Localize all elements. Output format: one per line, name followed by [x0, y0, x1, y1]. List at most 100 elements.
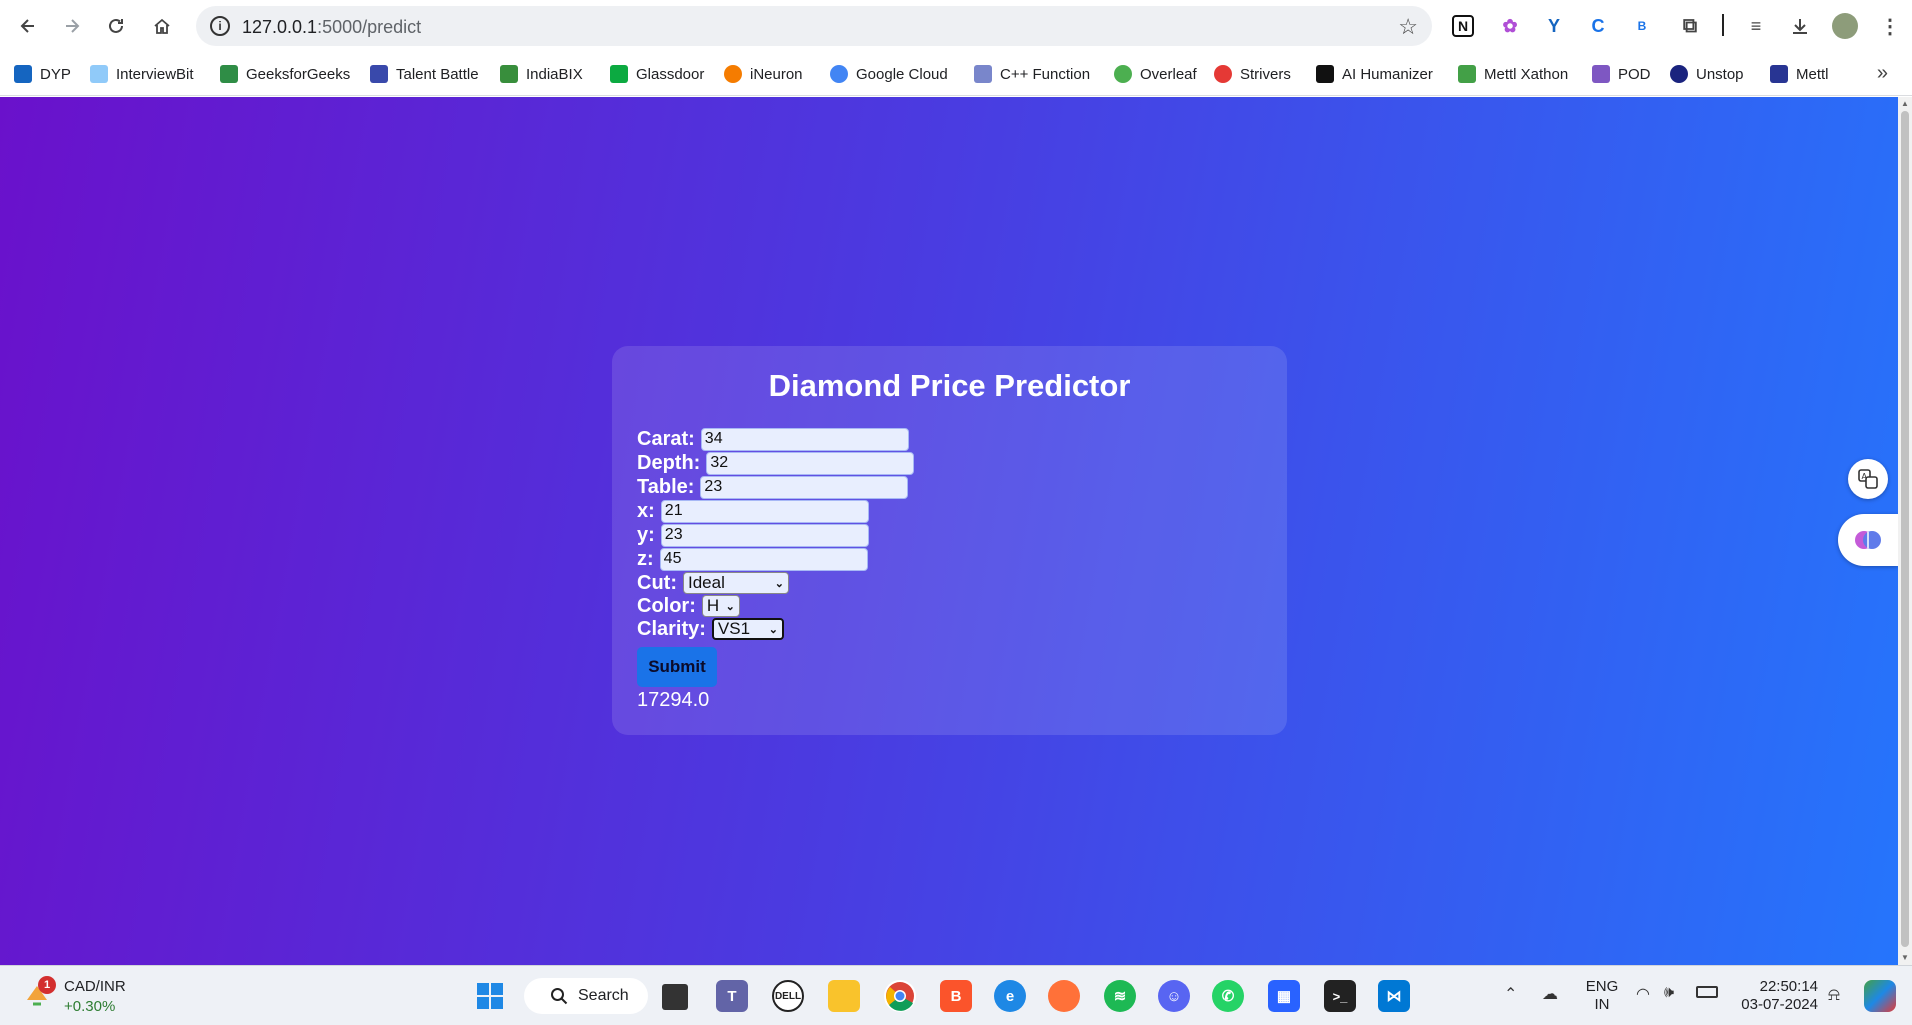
scroll-up-icon[interactable]: ▲: [1901, 99, 1909, 108]
home-icon[interactable]: [148, 12, 176, 40]
toolbar-divider: [1722, 14, 1724, 36]
bookmark-ineuron[interactable]: iNeuron: [724, 62, 803, 86]
y-label: y:: [637, 523, 655, 546]
submit-button[interactable]: Submit: [637, 647, 717, 687]
b-extension-icon[interactable]: B: [1628, 12, 1656, 40]
x-input[interactable]: [660, 499, 869, 523]
cut-select[interactable]: Ideal ⌄: [682, 572, 789, 594]
color-select-value: H: [706, 596, 720, 615]
bookmark-star-icon[interactable]: ☆: [1398, 14, 1418, 40]
bookmark-mettl-xathon[interactable]: Mettl Xathon: [1458, 62, 1568, 86]
reload-icon[interactable]: [102, 12, 130, 40]
cpp-function-icon: [974, 65, 992, 83]
vscode-icon[interactable]: ⋈: [1378, 980, 1410, 1012]
bookmark-cpp-function[interactable]: C++ Function: [974, 62, 1090, 86]
battery-icon[interactable]: [1696, 986, 1718, 998]
discord-icon[interactable]: ☺: [1158, 980, 1190, 1012]
edge-icon[interactable]: e: [994, 980, 1026, 1012]
c-extension-icon[interactable]: C: [1584, 12, 1612, 40]
bookmark-interviewbit[interactable]: InterviewBit: [90, 62, 194, 86]
taskbar-search[interactable]: Search: [524, 978, 648, 1014]
overleaf-icon: [1114, 65, 1132, 83]
strivers-icon: [1214, 65, 1232, 83]
page-scrollbar[interactable]: ▲ ▼: [1898, 97, 1912, 965]
task-view-icon[interactable]: [662, 984, 688, 1010]
microsoft-store-icon[interactable]: ▦: [1268, 980, 1300, 1012]
bookmark-dyp[interactable]: DYP: [14, 62, 71, 86]
back-icon[interactable]: [14, 12, 42, 40]
dell-icon[interactable]: DELL: [772, 980, 804, 1012]
bookmark-google-cloud[interactable]: Google Cloud: [830, 62, 948, 86]
windows-taskbar: 1 CAD/INR +0.30% Search T DELL B e ≋ ☺ ✆…: [0, 965, 1912, 1025]
reading-list-icon[interactable]: ≡: [1742, 12, 1770, 40]
bookmark-overleaf[interactable]: Overleaf: [1114, 62, 1197, 86]
url-text[interactable]: 127.0.0.1:5000/predict: [242, 17, 421, 38]
file-explorer-icon[interactable]: [828, 980, 860, 1012]
bookmark-strivers[interactable]: Strivers: [1214, 62, 1291, 86]
indiabix-icon: [500, 65, 518, 83]
y-row: y:: [637, 523, 869, 547]
table-row: Table:: [637, 475, 909, 499]
clock-date: 03-07-2024: [1741, 996, 1818, 1013]
windows-start-icon[interactable]: [474, 980, 506, 1012]
lang-bottom: IN: [1594, 996, 1610, 1013]
widget-title: CAD/INR: [64, 978, 126, 995]
download-icon[interactable]: [1786, 12, 1814, 40]
brain-assistant-icon[interactable]: [1838, 514, 1898, 566]
chevron-down-icon: ⌄: [774, 577, 784, 590]
color-select[interactable]: H ⌄: [701, 595, 740, 617]
terminal-icon[interactable]: >_: [1324, 980, 1356, 1012]
bookmark-label: Unstop: [1696, 65, 1744, 83]
bookmark-glassdoor[interactable]: Glassdoor: [610, 62, 704, 86]
site-info-icon[interactable]: i: [210, 16, 230, 36]
volume-icon[interactable]: 🕪: [1664, 984, 1674, 1002]
search-icon: [551, 988, 568, 1005]
notion-extension-icon[interactable]: N: [1452, 15, 1474, 37]
clarity-select[interactable]: VS1 ⌄: [711, 618, 784, 640]
chevron-up-icon[interactable]: ⌃: [1504, 984, 1517, 1004]
bookmark-unstop[interactable]: Unstop: [1670, 62, 1744, 86]
color-label: Color:: [637, 594, 696, 617]
chrome-icon[interactable]: [884, 980, 916, 1012]
bookmark-ai-humanizer[interactable]: AI Humanizer: [1316, 62, 1433, 86]
url-path: :5000/predict: [317, 17, 422, 37]
onedrive-cloud-icon[interactable]: ☁: [1542, 984, 1558, 1004]
brain-extension-icon[interactable]: ✿: [1496, 12, 1524, 40]
depth-input[interactable]: [706, 451, 915, 475]
widget-change: +0.30%: [64, 998, 116, 1015]
teams-icon[interactable]: T: [716, 980, 748, 1012]
forward-icon[interactable]: [58, 12, 86, 40]
scroll-thumb[interactable]: [1901, 111, 1909, 947]
y-input[interactable]: [660, 523, 869, 547]
bookmark-talent-battle[interactable]: Talent Battle: [370, 62, 479, 86]
translate-icon[interactable]: A: [1848, 459, 1888, 499]
v-extension-icon[interactable]: Y: [1540, 12, 1568, 40]
bookmark-geeksforgeeks[interactable]: GeeksforGeeks: [220, 62, 350, 86]
bookmark-pod[interactable]: POD: [1592, 62, 1651, 86]
unstop-icon: [1670, 65, 1688, 83]
extensions-puzzle-icon[interactable]: ⧉: [1676, 12, 1704, 40]
wifi-icon[interactable]: ◠: [1636, 984, 1650, 1004]
notification-bell-icon[interactable]: ⍾: [1828, 984, 1840, 1005]
brave-icon[interactable]: B: [940, 980, 972, 1012]
menu-kebab-icon[interactable]: ⋮: [1876, 12, 1904, 40]
widget-badge: 1: [38, 976, 56, 994]
clock[interactable]: 22:50:14 03-07-2024: [1732, 978, 1818, 1014]
z-input[interactable]: [659, 547, 868, 571]
firefox-icon[interactable]: [1048, 980, 1080, 1012]
carat-row: Carat:: [637, 427, 909, 451]
profile-avatar[interactable]: [1832, 13, 1858, 39]
table-input[interactable]: [700, 475, 909, 499]
language-indicator[interactable]: ENG IN: [1584, 978, 1620, 1014]
copilot-icon[interactable]: [1864, 980, 1896, 1012]
scroll-down-icon[interactable]: ▼: [1901, 953, 1909, 962]
address-bar[interactable]: i 127.0.0.1:5000/predict ☆: [196, 6, 1432, 46]
clarity-row: Clarity: VS1 ⌄: [637, 617, 784, 641]
spotify-icon[interactable]: ≋: [1104, 980, 1136, 1012]
bookmark-indiabix[interactable]: IndiaBIX: [500, 62, 583, 86]
bookmarks-overflow-icon[interactable]: »: [1877, 62, 1888, 85]
bookmark-mettl[interactable]: Mettl: [1770, 62, 1829, 86]
whatsapp-icon[interactable]: ✆: [1212, 980, 1244, 1012]
carat-input[interactable]: [700, 427, 909, 451]
prediction-result: 17294.0: [637, 689, 710, 711]
